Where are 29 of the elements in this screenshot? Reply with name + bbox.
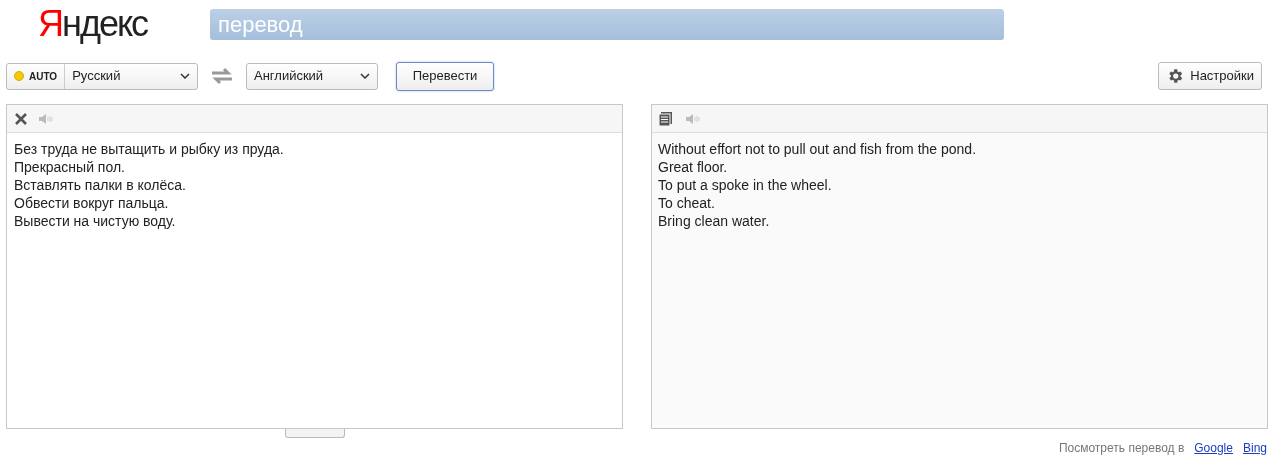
link[interactable]: Google [1194,439,1233,457]
target-language-select[interactable]: Английский [246,62,378,90]
link[interactable]: Bing [1242,439,1267,457]
speaker-icon[interactable] [686,112,700,125]
swap-icon[interactable] [210,67,234,85]
logo[interactable]: Яндекс [38,2,148,46]
source-text-line: Обвести вокруг пальца. [14,194,169,212]
settings-button[interactable]: Настройки [1158,62,1262,90]
view-translation-label: Посмотреть перевод в [1058,440,1185,457]
source-text-line: Вставлять палки в колёса. [14,176,186,194]
translate-button[interactable]: Перевести [396,61,494,91]
document-icon[interactable] [659,111,672,126]
source-text-line: Вывести на чистую воду. [14,212,176,230]
speaker-icon[interactable] [39,112,53,125]
translation-text-line: To cheat. [658,194,715,212]
auto-label: AUTO [29,69,58,84]
source-text-line: Прекрасный пол. [14,158,125,176]
resize-handle[interactable] [284,429,345,438]
chevron-down-icon [360,73,370,79]
language-label: Русский [72,67,122,86]
source-text-line: Без труда не вытащить и рыбку из пруда. [14,140,284,158]
translation-text-line: Bring clean water. [658,212,770,230]
translation-text-line: Without effort not to pull out and fish from the pond. [658,140,977,158]
chevron-down-icon [180,73,190,79]
close-icon[interactable] [15,112,27,125]
source-text-panel[interactable]: Без труда не вытащить и рыбку из пруда. Прекрасный пол. Вставлять палки в колёса. Обвести вокруг пальца. Вывести на чистую воду. [6,104,623,429]
translation-text-line: Great floor. [658,158,728,176]
source-language-select[interactable]: AUTO Русский [6,62,198,90]
translation-text-line: To put a spoke in the wheel. [658,176,832,194]
